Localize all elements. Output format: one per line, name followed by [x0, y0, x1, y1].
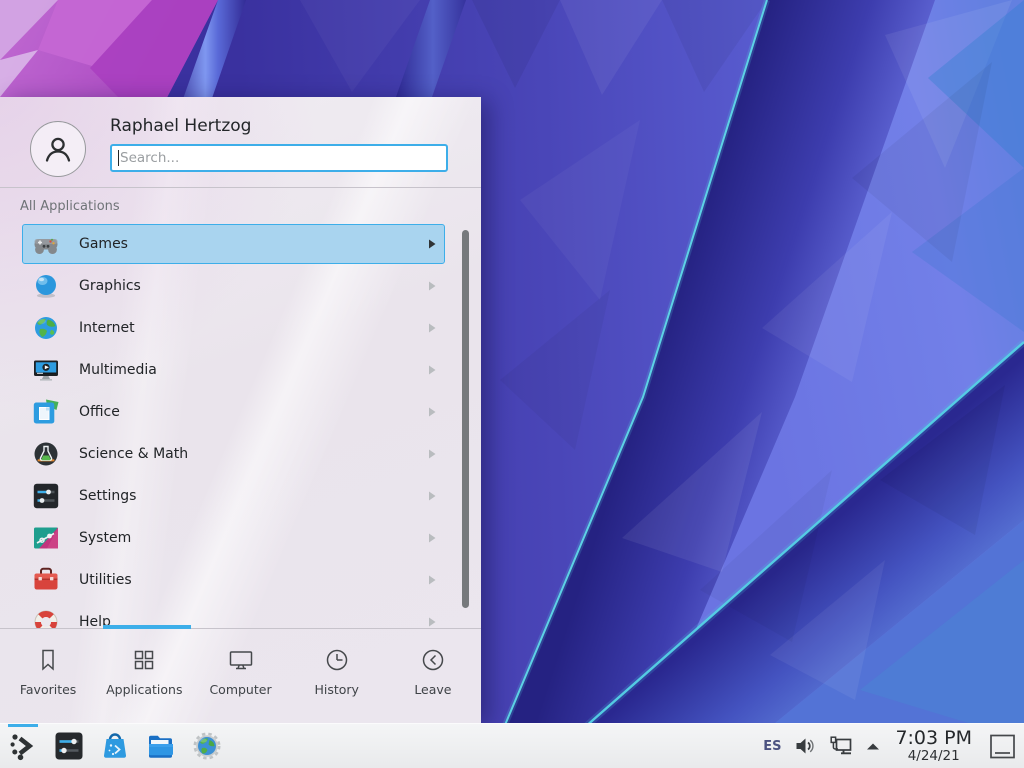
tab-label: Computer — [209, 682, 271, 697]
user-name: Raphael Hertzog — [110, 116, 251, 136]
menu-item-label: Settings — [79, 488, 136, 504]
tab-label: Applications — [106, 682, 182, 697]
system-tray: ES 7:03 PM 4/ — [763, 724, 1024, 768]
active-task-indicator — [8, 724, 38, 727]
taskbar: ES 7:03 PM 4/ — [0, 723, 1024, 768]
menu-item-label: Games — [79, 236, 128, 252]
clock-time: 7:03 PM — [895, 729, 972, 749]
keyboard-layout-indicator[interactable]: ES — [763, 739, 781, 754]
discover-icon — [100, 731, 130, 761]
user-avatar[interactable] — [30, 121, 86, 177]
tab-history[interactable]: History — [289, 629, 385, 724]
multimedia-icon — [33, 357, 59, 383]
chevron-right-icon — [428, 365, 436, 375]
menu-item-label: Multimedia — [79, 362, 157, 378]
search-input[interactable] — [110, 144, 448, 172]
tab-label: History — [314, 682, 358, 697]
tab-label: Leave — [414, 682, 451, 697]
active-tab-indicator — [103, 625, 191, 629]
utilities-icon — [33, 567, 59, 593]
menu-item-science-math[interactable]: Science & Math — [22, 434, 445, 474]
menu-item-label: Utilities — [79, 572, 132, 588]
clock-date: 4/24/21 — [908, 749, 960, 763]
volume-icon[interactable] — [794, 735, 816, 757]
taskbar-file-manager[interactable] — [138, 724, 184, 768]
application-launcher-menu: Raphael Hertzog All Applications Games Gr… — [0, 97, 481, 723]
menu-item-graphics[interactable]: Graphics — [22, 266, 445, 306]
menu-item-system[interactable]: System — [22, 518, 445, 558]
launcher-tab-bar: Favorites Applications Computer History Leav… — [0, 628, 481, 724]
games-icon — [33, 231, 59, 257]
tab-applications[interactable]: Applications — [96, 629, 192, 724]
search-field-wrap — [110, 144, 448, 172]
computer-icon — [227, 645, 255, 675]
network-icon[interactable] — [829, 735, 853, 757]
menu-item-multimedia[interactable]: Multimedia — [22, 350, 445, 390]
help-icon — [33, 609, 59, 628]
chevron-right-icon — [428, 407, 436, 417]
chevron-right-icon — [428, 323, 436, 333]
user-icon — [41, 132, 75, 166]
show-desktop-button[interactable] — [987, 724, 1017, 768]
menu-item-utilities[interactable]: Utilities — [22, 560, 445, 600]
menu-item-settings[interactable]: Settings — [22, 476, 445, 516]
chevron-right-icon — [428, 239, 436, 249]
settings-icon — [33, 483, 59, 509]
app-category-list: Games Graphics Internet Multimedia Office Sci… — [0, 224, 481, 628]
kickoff-icon — [8, 731, 38, 761]
tab-favorites[interactable]: Favorites — [0, 629, 96, 724]
show-desktop-icon — [989, 733, 1016, 760]
science-icon — [33, 441, 59, 467]
taskbar-web-browser[interactable] — [184, 724, 230, 768]
system-icon — [33, 525, 59, 551]
menu-item-office[interactable]: Office — [22, 392, 445, 432]
expand-tray-icon[interactable] — [866, 742, 880, 751]
chevron-right-icon — [428, 575, 436, 585]
systemsettings-icon — [54, 731, 84, 761]
leave-icon — [419, 645, 447, 675]
chevron-right-icon — [428, 449, 436, 459]
chevron-right-icon — [428, 491, 436, 501]
menu-item-games[interactable]: Games — [22, 224, 445, 264]
taskbar-discover[interactable] — [92, 724, 138, 768]
chevron-right-icon — [428, 617, 436, 627]
tab-leave[interactable]: Leave — [385, 629, 481, 724]
tab-computer[interactable]: Computer — [192, 629, 288, 724]
section-label: All Applications — [20, 199, 120, 214]
chevron-right-icon — [428, 533, 436, 543]
menu-item-label: Graphics — [79, 278, 141, 294]
taskbar-system-settings[interactable] — [46, 724, 92, 768]
menu-item-label: Internet — [79, 320, 135, 336]
internet-icon — [33, 315, 59, 341]
text-cursor — [118, 150, 119, 166]
favorites-icon — [34, 645, 62, 675]
launcher-header: Raphael Hertzog — [0, 97, 481, 187]
desktop: Raphael Hertzog All Applications Games Gr… — [0, 0, 1024, 768]
dolphin-icon — [146, 731, 176, 761]
history-icon — [323, 645, 351, 675]
taskbar-application-launcher[interactable] — [0, 724, 46, 768]
digital-clock[interactable]: 7:03 PM 4/24/21 — [893, 729, 974, 763]
konqueror-icon — [192, 731, 222, 761]
applications-icon — [130, 645, 158, 675]
scrollbar-thumb[interactable] — [462, 230, 469, 608]
graphics-icon — [33, 273, 59, 299]
office-icon — [33, 399, 59, 425]
menu-item-help[interactable]: Help — [22, 602, 445, 628]
header-separator — [0, 187, 481, 188]
tab-label: Favorites — [20, 682, 76, 697]
chevron-right-icon — [428, 281, 436, 291]
menu-item-label: Science & Math — [79, 446, 188, 462]
taskbar-app-icons — [0, 724, 230, 768]
menu-item-label: Office — [79, 404, 120, 420]
menu-item-label: System — [79, 530, 131, 546]
menu-item-internet[interactable]: Internet — [22, 308, 445, 348]
